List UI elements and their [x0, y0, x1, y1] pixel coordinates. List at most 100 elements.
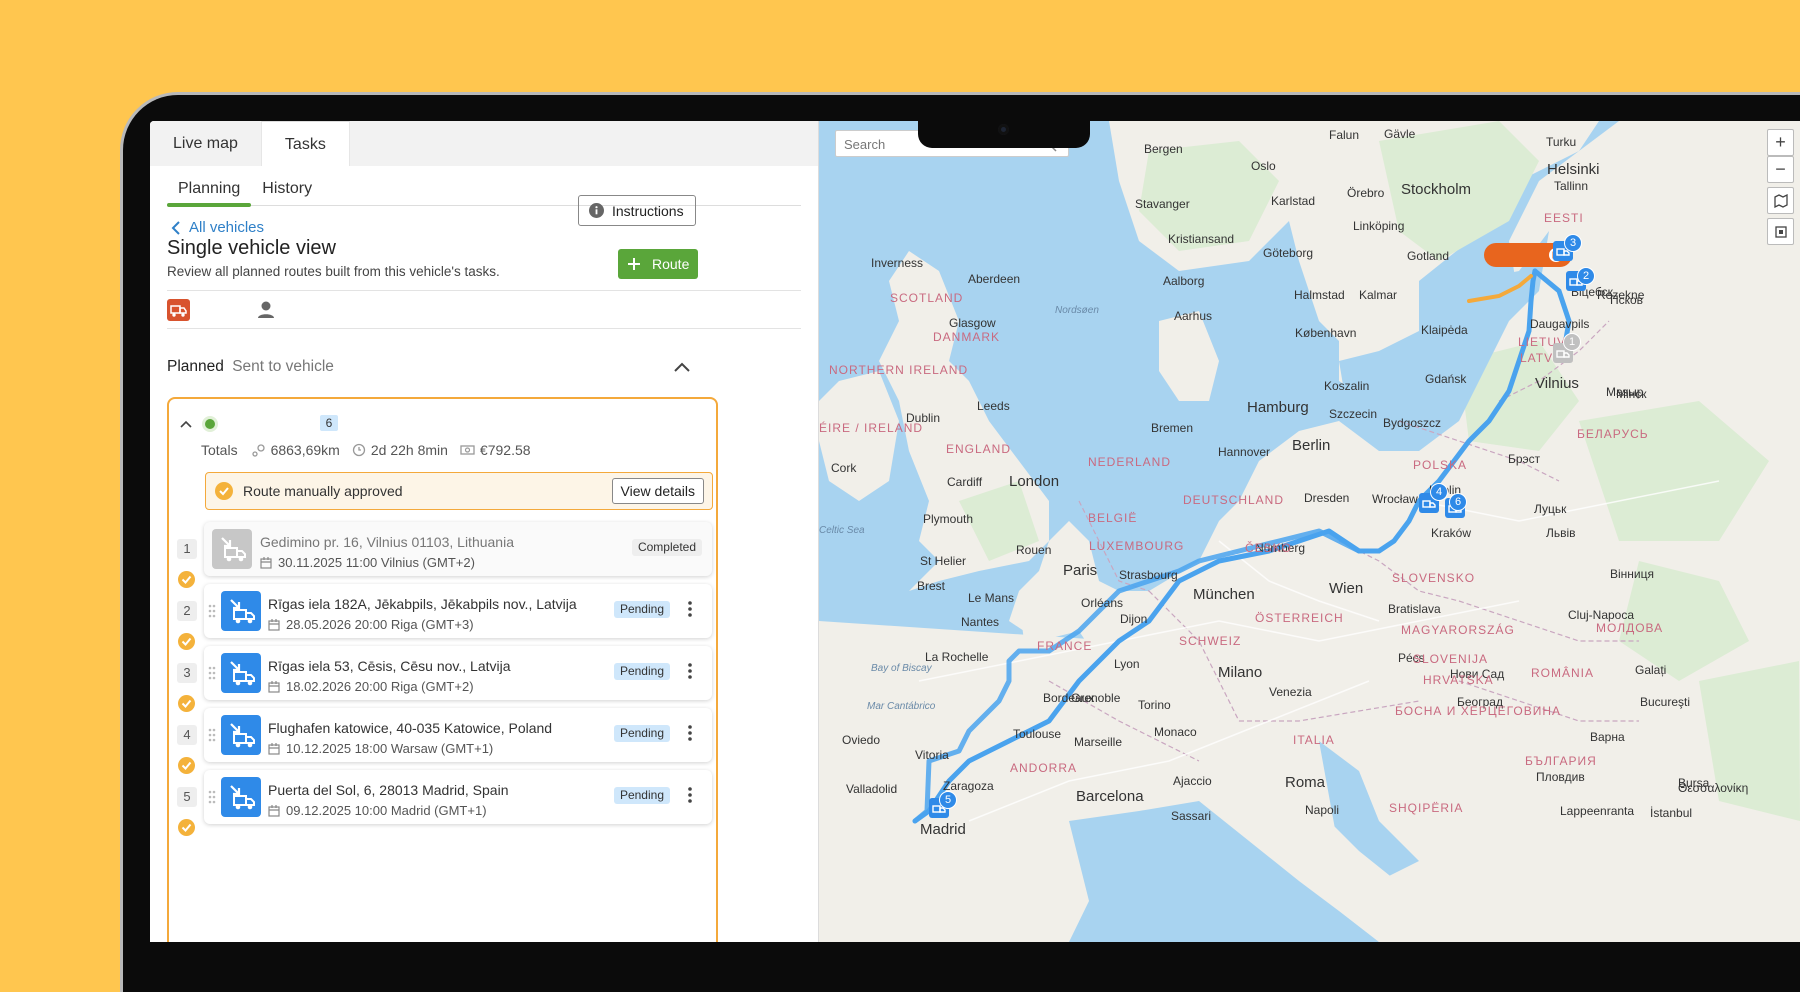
stop-card[interactable]: Rīgas iela 53, Cēsis, Cēsu nov., Latvija…: [204, 646, 712, 700]
stop-done-icon: [178, 819, 195, 836]
map-city-label: Dijon: [1120, 612, 1148, 626]
tab-planning[interactable]: Planning: [167, 176, 252, 207]
map-city-label: Paris: [1063, 562, 1098, 579]
truck-unload-icon: [221, 715, 261, 755]
truck-unload-icon: [221, 653, 261, 693]
map-city-label: Мазыр: [1606, 385, 1644, 399]
view-details-button[interactable]: View details: [611, 478, 704, 504]
map-city-label: Nantes: [961, 615, 1000, 629]
tab-tasks[interactable]: Tasks: [260, 121, 350, 166]
status-badge: Pending: [613, 663, 670, 680]
status-badge: Pending: [613, 725, 670, 742]
page-subtitle: Review all planned routes built from thi…: [167, 264, 500, 279]
section-header: Planned Sent to vehicle: [167, 358, 334, 376]
drag-handle-icon[interactable]: [208, 790, 216, 807]
back-link[interactable]: All vehicles: [171, 219, 264, 236]
map-city-label: Orléans: [1081, 596, 1124, 610]
map-city-label: Sassari: [1171, 809, 1212, 823]
map-country-label: SLOVENIJA: [1413, 652, 1489, 666]
map-layers-button[interactable]: [1767, 187, 1794, 214]
drag-handle-icon[interactable]: [208, 604, 216, 621]
more-options-icon[interactable]: [688, 601, 692, 622]
map-city-label: Ajaccio: [1173, 774, 1212, 788]
map-city-label: Луцьк: [1534, 502, 1567, 516]
map-country-label: LUXEMBOURG: [1089, 539, 1185, 553]
distance-icon: [251, 444, 265, 457]
map-city-label: Rezekne: [1597, 288, 1645, 302]
map-city-label: Варна: [1590, 730, 1625, 744]
map-city-label: Cardiff: [947, 475, 983, 489]
zoom-out-button[interactable]: −: [1767, 156, 1794, 183]
map-country-label: МОЛДОВА: [1596, 621, 1664, 635]
map-city-label: Halmstad: [1294, 288, 1345, 302]
map-city-label: Torino: [1138, 698, 1171, 712]
map-country-label: ÉIRE / IRELAND: [819, 421, 924, 435]
map-city-label: Göteborg: [1263, 246, 1314, 260]
map-city-label: Wrocław: [1372, 492, 1418, 506]
map-city-label: Szczecin: [1329, 407, 1378, 421]
map-city-label: Le Mans: [968, 591, 1015, 605]
map-fit-button[interactable]: [1767, 218, 1794, 245]
map-country-label: HRVATSKA: [1423, 673, 1494, 687]
more-options-icon[interactable]: [688, 725, 692, 746]
tab-history[interactable]: History: [251, 176, 323, 205]
map-city-label: St Helier: [920, 554, 967, 568]
map-city-label: Falun: [1329, 128, 1360, 142]
instructions-label: Instructions: [612, 202, 684, 219]
map-city-label: Karlstad: [1271, 194, 1316, 208]
app-window: Live map Tasks Planning History All vehi…: [150, 121, 1800, 942]
status-badge: Pending: [613, 601, 670, 618]
map-city-label: Oviedo: [842, 733, 881, 747]
calendar-icon: [268, 680, 280, 693]
tab-live-map[interactable]: Live map: [150, 121, 261, 166]
map-city-label: Vilnius: [1535, 375, 1579, 392]
map-country-label: SCHWEIZ: [1179, 634, 1242, 648]
map-city-label: Hamburg: [1247, 399, 1309, 416]
stop-number: 5: [177, 787, 197, 807]
route-button[interactable]: Route: [618, 249, 698, 279]
zoom-in-button[interactable]: +: [1767, 129, 1794, 156]
map-city-label: Kraków: [1431, 526, 1472, 540]
stop-card[interactable]: Rīgas iela 182A, Jēkabpils, Jēkabpils no…: [204, 584, 712, 638]
driver-icon: [258, 301, 274, 318]
sub-tabs: Planning History: [167, 176, 801, 207]
map-view[interactable]: Search + − Bergen Oslo Stavanger Karlstad Ör…: [819, 121, 1800, 942]
map-country-label: SLOVENSKO: [1392, 571, 1476, 585]
drag-handle-icon[interactable]: [208, 666, 216, 683]
map-city-label: Stavanger: [1135, 197, 1190, 211]
more-options-icon[interactable]: [688, 787, 692, 808]
more-options-icon[interactable]: [688, 663, 692, 684]
chevron-up-icon[interactable]: [674, 362, 690, 372]
map-city-label: Strasbourg: [1119, 568, 1178, 582]
stop-address: Rīgas iela 53, Cēsis, Cēsu nov., Latvija: [268, 658, 511, 674]
map-marker-number: 3: [1564, 234, 1582, 252]
page-title: Single vehicle view: [167, 237, 336, 259]
map-city-label: Lyon: [1114, 657, 1140, 671]
map-marker-number: 6: [1449, 493, 1467, 511]
map-city-label: Gävle: [1384, 127, 1416, 141]
map-sea-label: Mar Cantábrico: [867, 701, 936, 712]
map-country-label: БЪЛГАРИЯ: [1525, 754, 1597, 768]
map-city-label: Hannover: [1218, 445, 1271, 459]
map-country-label: NORTHERN IRELAND: [829, 363, 969, 377]
map-marker-number: 2: [1577, 267, 1595, 285]
map-country-label: DEUTSCHLAND: [1183, 493, 1285, 507]
divider: [167, 290, 801, 291]
stop-date: 10.12.2025 18:00 Warsaw (GMT+1): [268, 741, 493, 756]
stop-card[interactable]: Puerta del Sol, 6, 28013 Madrid, Spain 09…: [204, 770, 712, 824]
collapse-icon[interactable]: [180, 420, 192, 428]
cash-icon: [460, 445, 475, 455]
stop-address: Flughafen katowice, 40-035 Katowice, Pol…: [268, 720, 553, 736]
map-city-label: Kalmar: [1359, 288, 1398, 302]
map-city-label: Rouen: [1016, 543, 1052, 557]
stop-card[interactable]: Gedimino pr. 16, Vilnius 01103, Lithuani…: [204, 522, 712, 576]
stop-date: 30.11.2025 11:00 Vilnius (GMT+2): [260, 555, 475, 570]
drag-handle-icon[interactable]: [208, 728, 216, 745]
map-city-label: Cork: [831, 461, 857, 475]
stop-card[interactable]: Flughafen katowice, 40-035 Katowice, Pol…: [204, 708, 712, 762]
stop-number: 3: [177, 663, 197, 683]
map-city-label: Lappeenranta: [1560, 804, 1635, 818]
instructions-button[interactable]: Instructions: [578, 195, 696, 226]
map-country-label: SCOTLAND: [890, 291, 964, 305]
map-country-label: БОСНА И ХЕРЦЕГОВИНА: [1395, 704, 1562, 718]
